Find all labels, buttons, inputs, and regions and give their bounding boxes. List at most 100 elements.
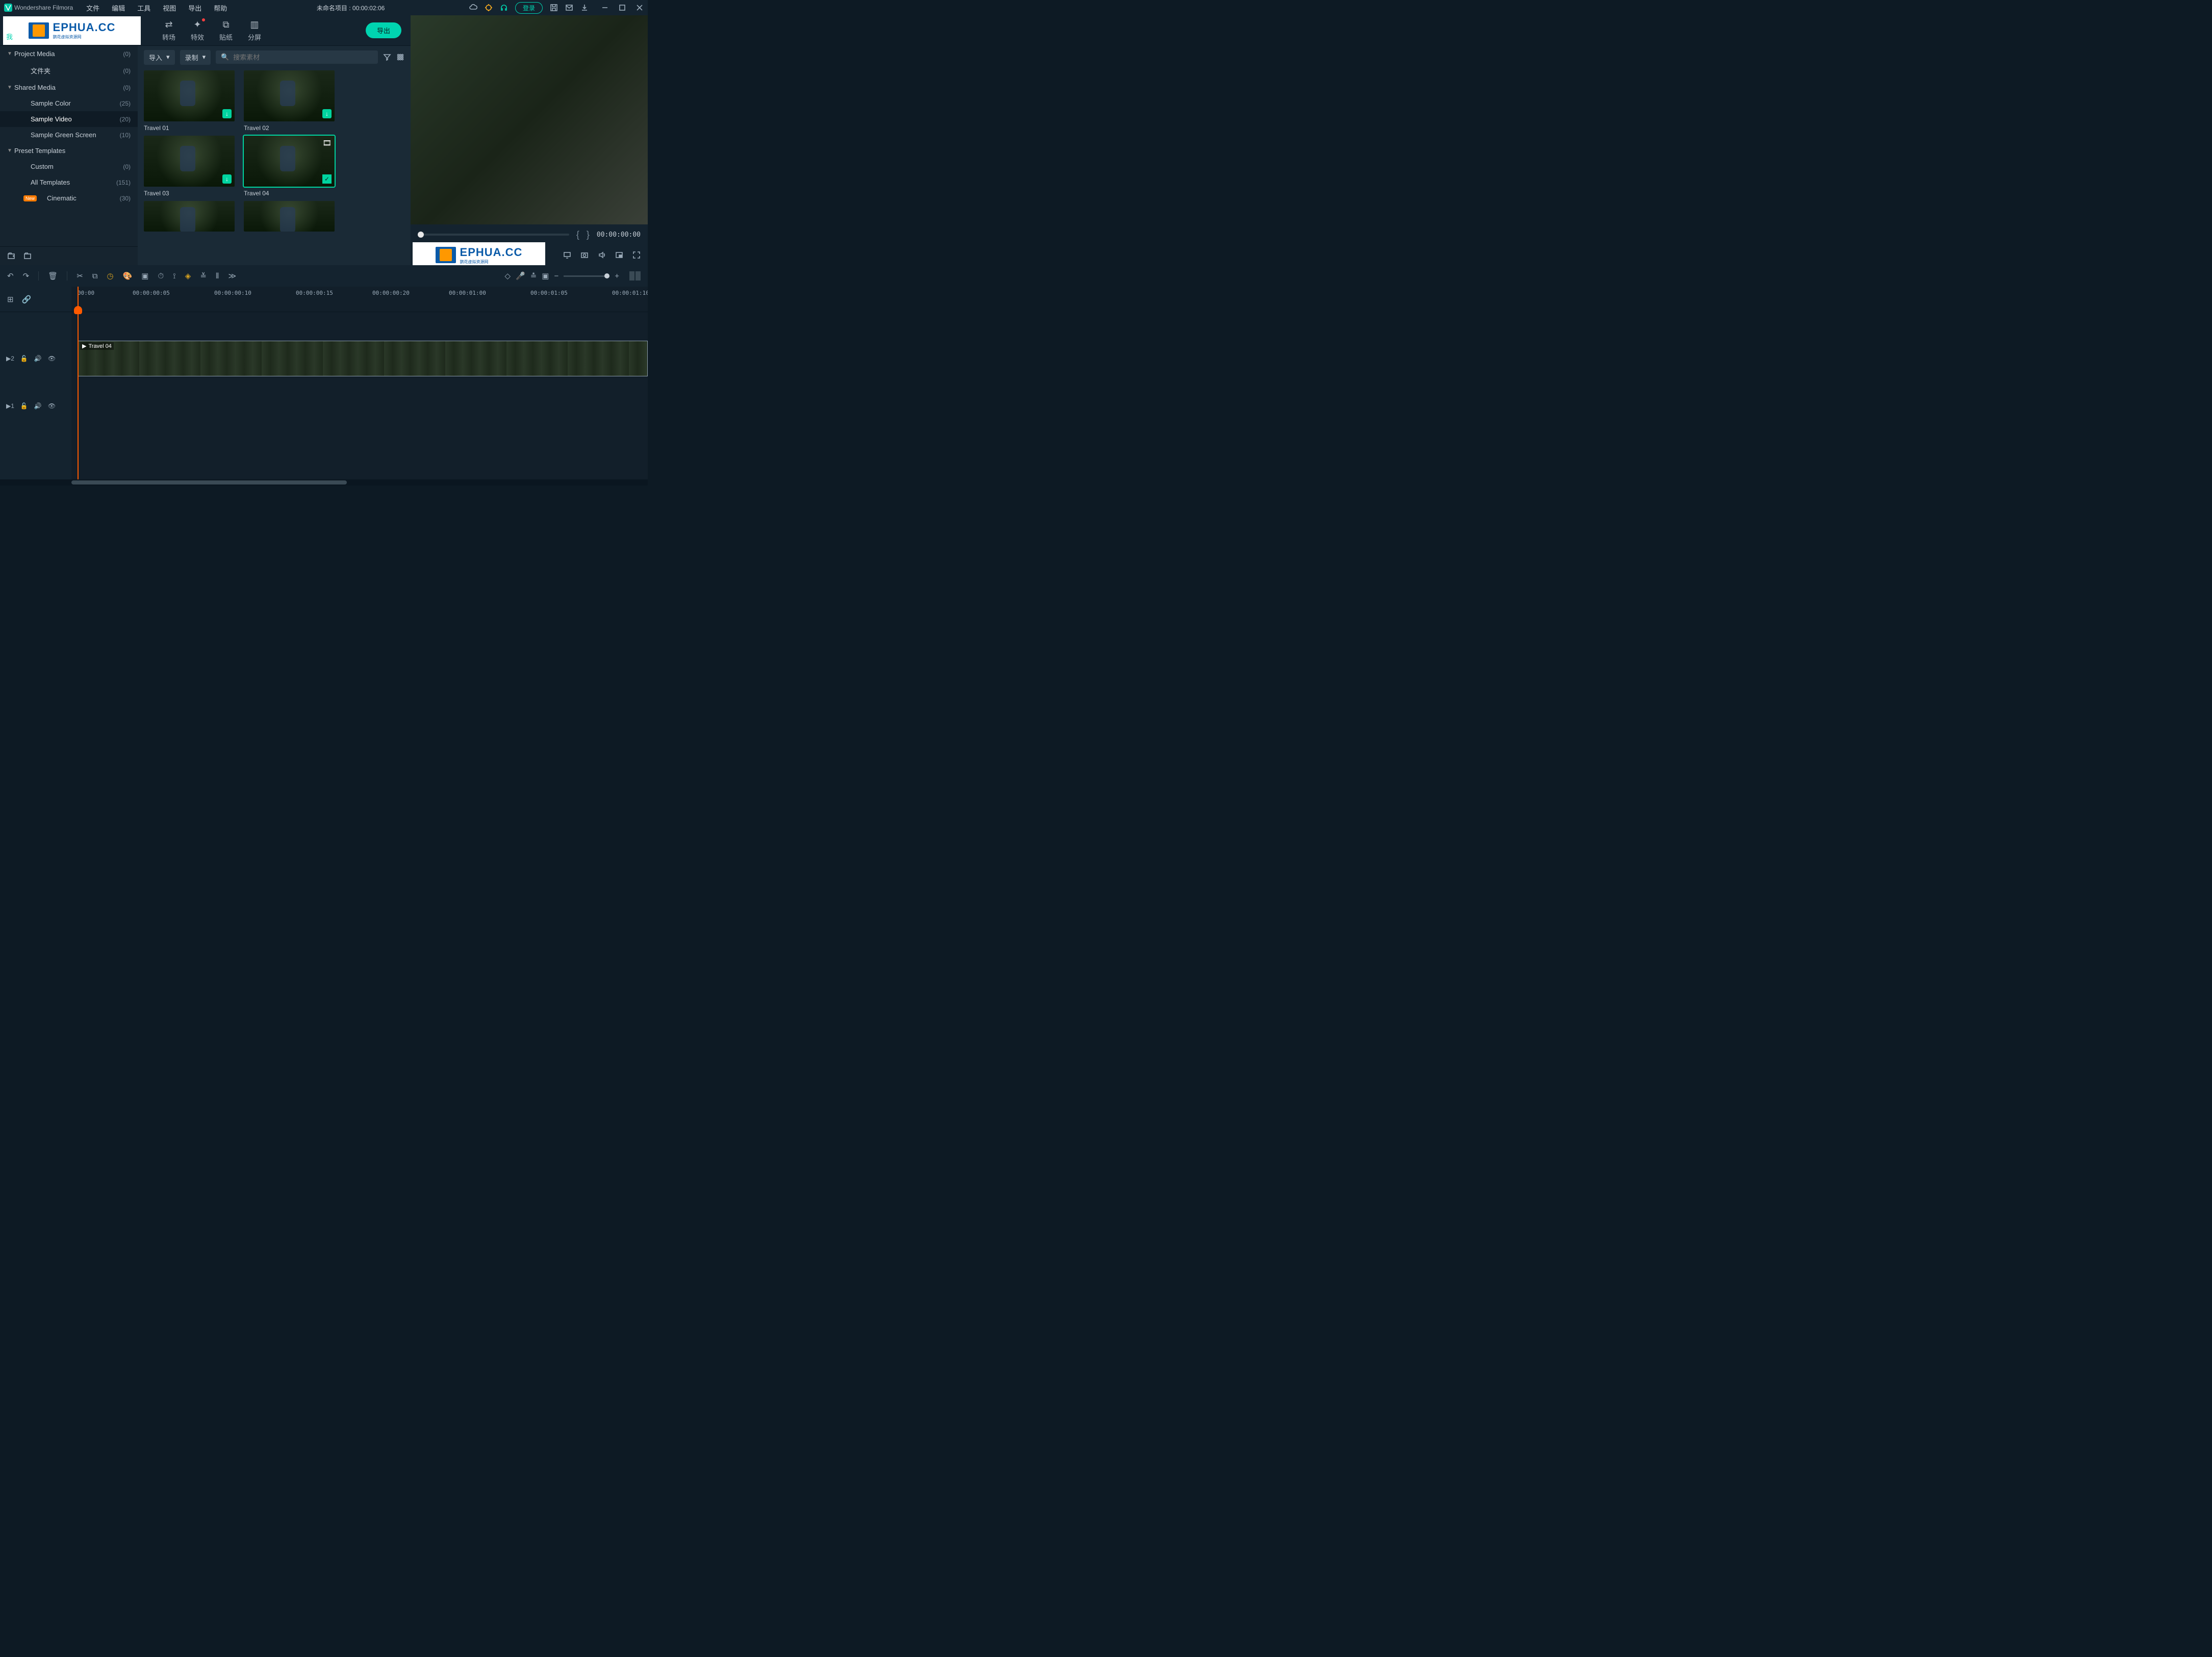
caption-icon[interactable]: ▣ bbox=[141, 271, 148, 281]
add-track-icon[interactable]: ⊞ bbox=[7, 295, 14, 304]
menu-help[interactable]: 帮助 bbox=[209, 3, 232, 13]
fullscreen-icon[interactable] bbox=[632, 251, 641, 259]
save-icon[interactable] bbox=[550, 4, 558, 12]
tracking-icon[interactable]: ⟟ bbox=[173, 272, 176, 281]
pip-icon[interactable] bbox=[615, 251, 623, 259]
track-2[interactable]: ▶Travel 04 bbox=[71, 337, 648, 380]
download-arrow-icon[interactable]: ↓ bbox=[222, 109, 232, 118]
cloud-icon[interactable] bbox=[469, 4, 477, 12]
keyframe-icon[interactable]: ◈ bbox=[185, 271, 191, 281]
lock-icon[interactable]: 🔓 bbox=[20, 355, 28, 362]
sidebar-item[interactable]: Custom(0) bbox=[0, 159, 138, 174]
import-dropdown[interactable]: 导入 ▾ bbox=[144, 50, 175, 65]
sidebar-item[interactable]: NewCinematic(30) bbox=[0, 190, 138, 206]
record-dropdown[interactable]: 录制 ▾ bbox=[180, 50, 211, 65]
playhead[interactable] bbox=[78, 287, 79, 479]
titlebar-right: 登录 bbox=[469, 2, 644, 14]
preview-progress[interactable] bbox=[418, 234, 569, 236]
cut-icon[interactable]: ✂ bbox=[77, 271, 83, 281]
menu-file[interactable]: 文件 bbox=[81, 3, 105, 13]
visibility-icon[interactable]: 👁 bbox=[48, 355, 56, 362]
download-arrow-icon[interactable]: ↓ bbox=[222, 174, 232, 184]
grid-view-icon[interactable] bbox=[396, 53, 404, 61]
sidebar-item[interactable]: All Templates(151) bbox=[0, 174, 138, 190]
menu-tools[interactable]: 工具 bbox=[132, 3, 156, 13]
maximize-icon[interactable] bbox=[618, 4, 626, 12]
track-1[interactable] bbox=[71, 380, 648, 431]
delete-icon[interactable]: 🗑 bbox=[48, 271, 58, 281]
mail-icon[interactable] bbox=[565, 4, 573, 12]
sidebar-item[interactable]: ▼Preset Templates bbox=[0, 143, 138, 159]
crop-icon[interactable]: ⧉ bbox=[92, 272, 98, 281]
download-icon[interactable] bbox=[580, 4, 589, 12]
headphone-icon[interactable] bbox=[500, 4, 508, 12]
video-badge-icon: 🎞 bbox=[322, 139, 332, 147]
close-icon[interactable] bbox=[635, 4, 644, 12]
zoom-out-icon[interactable]: − bbox=[554, 272, 558, 281]
timeline-content[interactable]: 00:0000:00:00:0500:00:00:1000:00:00:1500… bbox=[71, 287, 648, 479]
filter-icon[interactable] bbox=[383, 53, 391, 61]
sidebar-item[interactable]: Sample Green Screen(10) bbox=[0, 127, 138, 143]
more-icon[interactable]: ≫ bbox=[228, 271, 237, 281]
visibility-icon[interactable]: 👁 bbox=[48, 402, 56, 410]
snapshot-icon[interactable] bbox=[580, 251, 589, 259]
undo-icon[interactable]: ↶ bbox=[7, 271, 14, 281]
sidebar-item[interactable]: 文件夹(0) bbox=[0, 62, 138, 80]
sidebar-item[interactable]: ▼Project Media(0) bbox=[0, 46, 138, 62]
zoom-in-icon[interactable]: + bbox=[615, 272, 619, 281]
minimize-icon[interactable] bbox=[601, 4, 609, 12]
timeline-ruler[interactable]: 00:0000:00:00:0500:00:00:1000:00:00:1500… bbox=[71, 287, 648, 312]
media-item[interactable] bbox=[244, 201, 335, 232]
download-arrow-icon[interactable]: ↓ bbox=[322, 109, 332, 118]
mark-out-button[interactable]: } bbox=[587, 230, 590, 240]
hint-icon[interactable] bbox=[485, 4, 493, 12]
tab-transition[interactable]: ⇄ 转场 bbox=[156, 16, 182, 45]
color-icon[interactable]: 🎨 bbox=[123, 271, 133, 281]
mute-icon[interactable]: 🔊 bbox=[34, 355, 42, 362]
search-box[interactable]: 🔍 bbox=[216, 50, 378, 64]
sidebar-item[interactable]: Sample Video(20) bbox=[0, 111, 138, 127]
tab-effects[interactable]: ✦ 特效 bbox=[185, 16, 210, 45]
new-folder-icon[interactable] bbox=[7, 252, 15, 260]
login-button[interactable]: 登录 bbox=[515, 2, 543, 14]
media-item[interactable]: ✓🎞Travel 04 bbox=[244, 136, 335, 197]
mixer-icon[interactable]: ≛ bbox=[530, 271, 537, 281]
clip-travel-04[interactable]: ▶Travel 04 bbox=[78, 341, 648, 376]
ruler-label: 00:00:01:00 bbox=[449, 290, 486, 296]
screen-icon[interactable] bbox=[563, 251, 571, 259]
menu-view[interactable]: 视图 bbox=[158, 3, 181, 13]
link-icon[interactable]: 🔗 bbox=[22, 295, 32, 304]
menu-edit[interactable]: 编辑 bbox=[107, 3, 130, 13]
media-item[interactable]: ↓Travel 02 bbox=[244, 70, 335, 132]
tab-mine[interactable]: 我 bbox=[6, 32, 13, 41]
timer-icon[interactable]: ⏱ bbox=[158, 272, 164, 281]
menu-export[interactable]: 导出 bbox=[183, 3, 207, 13]
export-button[interactable]: 导出 bbox=[366, 22, 401, 38]
tab-split[interactable]: ▥ 分屏 bbox=[242, 16, 267, 45]
mic-icon[interactable]: 🎤 bbox=[516, 271, 525, 281]
media-item[interactable]: ↓Travel 01 bbox=[144, 70, 235, 132]
zoom-slider[interactable] bbox=[564, 275, 609, 277]
mark-in-button[interactable]: { bbox=[576, 230, 579, 240]
ruler-label: 00:00:01:10 bbox=[612, 290, 648, 296]
volume-icon[interactable] bbox=[598, 251, 606, 259]
audio-icon[interactable]: ⦀ bbox=[216, 272, 219, 281]
mute-icon[interactable]: 🔊 bbox=[34, 402, 42, 410]
media-item[interactable] bbox=[144, 201, 235, 232]
marker-shield-icon[interactable]: ◇ bbox=[504, 271, 511, 281]
folder-icon[interactable] bbox=[23, 252, 32, 260]
search-input[interactable] bbox=[233, 54, 373, 61]
media-panel: 导入 ▾ 录制 ▾ 🔍 ↓Travel 01↓Travel 02↓Travel … bbox=[138, 46, 411, 265]
sidebar-item[interactable]: ▼Shared Media(0) bbox=[0, 80, 138, 95]
timeline-scrollbar[interactable] bbox=[0, 479, 648, 486]
render-icon[interactable]: ▣ bbox=[542, 271, 549, 281]
sidebar-item[interactable]: Sample Color(25) bbox=[0, 95, 138, 111]
view-toggle[interactable] bbox=[629, 271, 641, 281]
adjust-icon[interactable]: ≚ bbox=[200, 271, 207, 281]
tab-stickers[interactable]: ⧉ 贴纸 bbox=[213, 16, 239, 45]
lock-icon[interactable]: 🔓 bbox=[20, 402, 28, 410]
media-item[interactable]: ↓Travel 03 bbox=[144, 136, 235, 197]
redo-icon[interactable]: ↷ bbox=[23, 271, 30, 281]
preview-viewport[interactable] bbox=[411, 15, 648, 224]
speed-icon[interactable]: ◷ bbox=[107, 271, 114, 281]
